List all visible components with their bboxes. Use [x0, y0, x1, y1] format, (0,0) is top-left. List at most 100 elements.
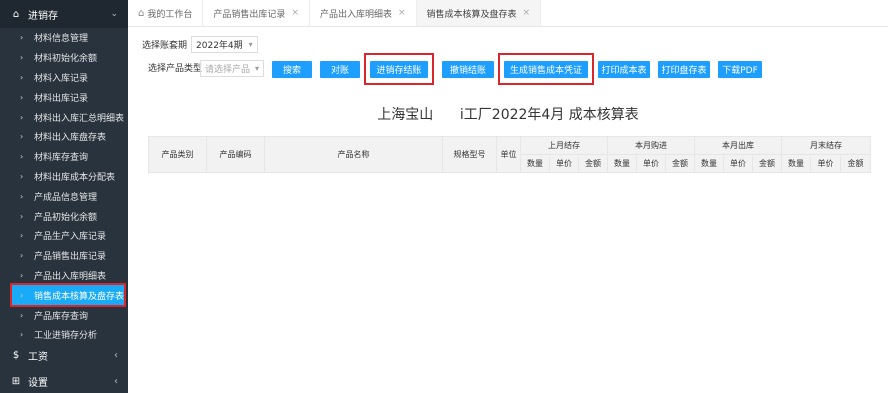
home-icon: ⌂ — [138, 7, 145, 19]
grid-icon: ⊞ — [11, 375, 21, 387]
sidebar-item-label: 材料出库成本分配表 — [34, 172, 116, 183]
sidebar-item-product-stock-query[interactable]: › 产品库存查询 — [0, 305, 128, 325]
tab-label: 产品出入库明细表 — [319, 9, 392, 20]
tab-label: 我的工作台 — [147, 9, 193, 20]
sidebar-item-sales-cost-stocktake[interactable]: › 销售成本核算及盘存表 — [10, 283, 126, 308]
col-subheader-amount: 金额 — [665, 154, 695, 173]
app-root: ⌂ 进销存 ⌄ › 材料信息管理 › 材料初始化余额 › 材料入库记录 › 材料出库记录… — [0, 0, 888, 393]
col-subheader-qty: 数量 — [781, 154, 811, 173]
tab-product-io-detail[interactable]: 产品出入库明细表 × — [310, 0, 417, 26]
download-pdf-button[interactable]: 下载PDF — [718, 61, 762, 78]
chevron-right-icon: › — [20, 53, 24, 63]
search-button[interactable]: 搜索 — [272, 61, 312, 78]
print-inventory-button[interactable]: 打印盘存表 — [658, 61, 710, 78]
sidebar-item-label: 销售成本核算及盘存表 — [34, 291, 125, 302]
chevron-right-icon: › — [20, 72, 24, 82]
col-subheader-qty: 数量 — [520, 154, 550, 173]
chevron-right-icon: › — [20, 270, 24, 280]
print-cost-button[interactable]: 打印成本表 — [598, 61, 650, 78]
col-subheader-amount: 金额 — [752, 154, 782, 173]
highlight-box-generate-voucher — [498, 53, 594, 85]
chevron-right-icon: › — [20, 310, 24, 320]
table-header-row: 产品类别 产品编码 产品名称 规格型号 单位 上月结存 本月购进 本月出库 月末… — [148, 136, 871, 173]
tab-workbench[interactable]: ⌂ 我的工作台 — [128, 0, 204, 26]
home-icon: ⌂ — [12, 8, 20, 20]
sidebar-section-settings[interactable]: ⊞ 设置 ‹ — [0, 368, 128, 393]
sidebar-item-product-io-detail[interactable]: › 产品出入库明细表 — [0, 266, 128, 286]
cost-table: 产品类别 产品编码 产品名称 规格型号 单位 上月结存 本月购进 本月出库 月末… — [148, 136, 871, 173]
reconcile-button[interactable]: 对账 — [320, 61, 360, 78]
sidebar-item-material-stock-query[interactable]: › 材料库存查询 — [0, 147, 128, 167]
sidebar-section-header[interactable]: ⌂ 进销存 ⌄ — [0, 0, 128, 28]
close-icon[interactable]: × — [398, 8, 406, 18]
sidebar-item-product-init-balance[interactable]: › 产品初始化余额 — [0, 206, 128, 226]
close-icon[interactable]: × — [291, 8, 299, 18]
col-subheader-qty: 数量 — [607, 154, 637, 173]
col-header-spec: 规格型号 — [442, 136, 497, 173]
col-header-last-month: 上月结存 — [520, 136, 608, 155]
col-header-unit: 单位 — [496, 136, 521, 173]
chevron-left-icon: ‹ — [114, 349, 118, 361]
sidebar-item-label: 产品出入库明细表 — [34, 271, 107, 282]
sidebar-item-label: 产品初始化余额 — [34, 212, 98, 223]
sidebar-item-material-cost-allocation[interactable]: › 材料出库成本分配表 — [0, 167, 128, 187]
col-subheader-price: 单价 — [636, 154, 666, 173]
sidebar-section-salary[interactable]: $ 工资 ‹ — [0, 342, 128, 368]
sidebar-item-material-info[interactable]: › 材料信息管理 — [0, 28, 128, 48]
col-header-month-end: 月末结存 — [781, 136, 871, 155]
col-subheader-amount: 金额 — [840, 154, 871, 173]
sidebar-menu: › 材料信息管理 › 材料初始化余额 › 材料入库记录 › 材料出库记录 › 材料出入库汇… — [0, 28, 128, 345]
sidebar-item-label: 产品销售出库记录 — [34, 252, 107, 263]
sidebar-item-label: 材料出入库盘存表 — [34, 133, 107, 144]
col-header-outbound: 本月出库 — [694, 136, 782, 155]
sidebar-item-label: 产成品信息管理 — [34, 192, 98, 203]
sidebar-item-label: 材料出入库汇总明细表 — [34, 113, 125, 124]
sidebar-item-material-init-balance[interactable]: › 材料初始化余额 — [0, 48, 128, 68]
col-header-purchase: 本月购进 — [607, 136, 695, 155]
tab-label: 销售成本核算及盘存表 — [426, 9, 517, 20]
chevron-left-icon: ‹ — [114, 375, 118, 387]
chevron-down-icon: ▾ — [254, 64, 259, 73]
sidebar-item-material-inbound[interactable]: › 材料入库记录 — [0, 68, 128, 88]
sidebar-item-product-sales-outbound[interactable]: › 产品销售出库记录 — [0, 246, 128, 266]
tab-sales-cost-stocktake[interactable]: 销售成本核算及盘存表 × — [416, 0, 542, 26]
sidebar-section-label: 设置 — [28, 377, 48, 389]
sidebar-item-product-info[interactable]: › 产成品信息管理 — [0, 186, 128, 206]
period-label: 选择账套期 — [142, 41, 188, 51]
col-subheader-amount: 金额 — [578, 154, 608, 173]
sidebar-section-title: 进销存 — [28, 10, 58, 22]
product-select[interactable]: 请选择产品 ▾ — [200, 60, 264, 77]
col-header-category: 产品类别 — [148, 136, 207, 173]
sidebar-item-label: 材料初始化余额 — [34, 54, 98, 65]
chevron-right-icon: › — [20, 231, 24, 241]
sidebar-item-label: 材料信息管理 — [34, 34, 89, 45]
col-subheader-price: 单价 — [810, 154, 841, 173]
sidebar-item-material-stocktake[interactable]: › 材料出入库盘存表 — [0, 127, 128, 147]
tab-product-sales-outbound[interactable]: 产品销售出库记录 × — [203, 0, 310, 26]
col-header-name: 产品名称 — [264, 136, 443, 173]
sidebar-item-product-production-inbound[interactable]: › 产品生产入库记录 — [0, 226, 128, 246]
period-select[interactable]: 2022年4期 ▾ — [191, 36, 258, 53]
undo-close-button[interactable]: 撤销结账 — [442, 61, 494, 78]
col-subheader-qty: 数量 — [694, 154, 724, 173]
chevron-down-icon: ▾ — [248, 40, 253, 49]
sidebar-section-label: 工资 — [28, 351, 48, 363]
chevron-right-icon: › — [20, 290, 24, 300]
product-type-label: 选择产品类型 — [148, 64, 203, 74]
sidebar-item-label: 材料入库记录 — [34, 73, 89, 84]
tab-label: 产品销售出库记录 — [213, 9, 286, 20]
col-subheader-price: 单价 — [723, 154, 753, 173]
product-select-placeholder: 请选择产品 — [205, 65, 251, 75]
dollar-icon: $ — [12, 349, 20, 361]
sidebar: ⌂ 进销存 ⌄ › 材料信息管理 › 材料初始化余额 › 材料入库记录 › 材料出库记录… — [0, 0, 128, 393]
close-icon[interactable]: × — [523, 8, 531, 18]
col-header-code: 产品编码 — [206, 136, 265, 173]
highlight-box-close-inventory — [364, 53, 434, 85]
sidebar-item-material-summary[interactable]: › 材料出入库汇总明细表 — [0, 107, 128, 127]
sidebar-item-material-outbound[interactable]: › 材料出库记录 — [0, 87, 128, 107]
chevron-right-icon: › — [20, 132, 24, 142]
chevron-right-icon: › — [20, 92, 24, 102]
col-subheader-price: 单价 — [549, 154, 579, 173]
period-value: 2022年4期 — [196, 41, 243, 51]
tab-bar: ⌂ 我的工作台 产品销售出库记录 × 产品出入库明细表 × 销售成本核算及盘存表… — [128, 0, 888, 27]
